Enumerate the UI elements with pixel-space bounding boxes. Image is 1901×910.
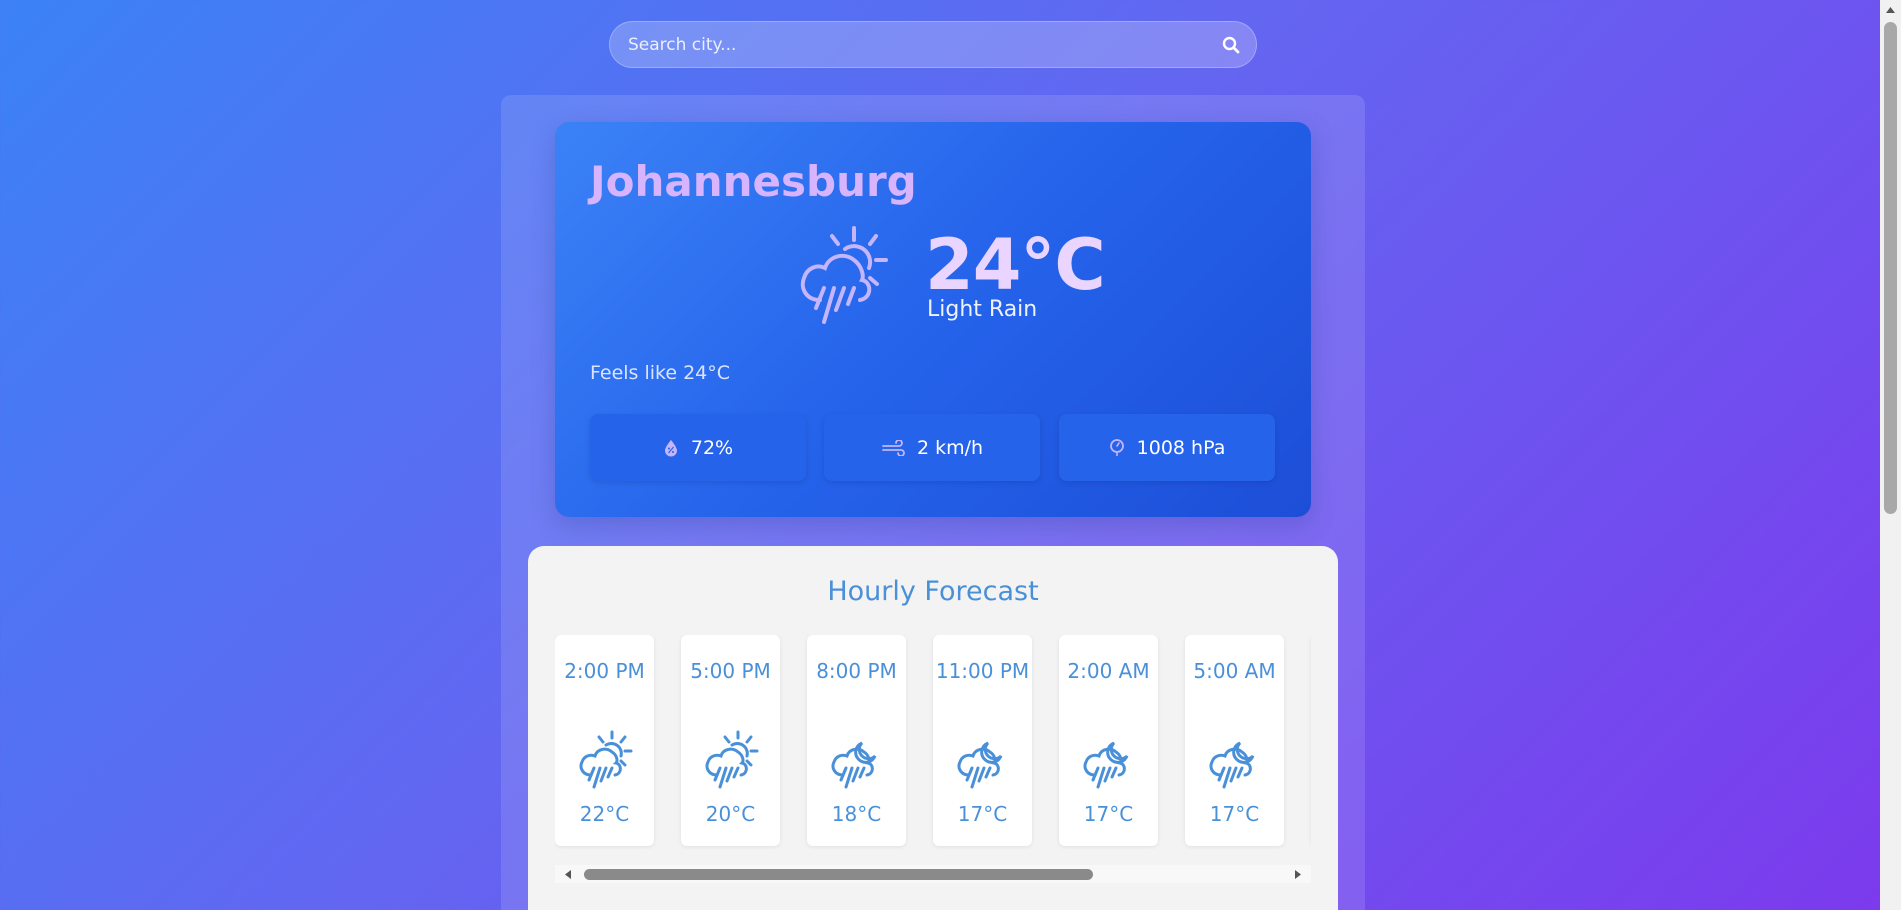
scroll-left-icon[interactable] bbox=[563, 869, 573, 880]
current-temperature: 24°C bbox=[925, 224, 1106, 306]
hourly-item: 8:00 PM 18°C bbox=[807, 635, 906, 846]
hourly-time: 11:00 PM bbox=[935, 659, 1030, 683]
wind-icon bbox=[882, 439, 905, 456]
hourly-scrollbar-thumb[interactable] bbox=[584, 869, 1093, 880]
sun-cloud-rain-icon bbox=[800, 226, 888, 324]
scroll-right-icon[interactable] bbox=[1293, 869, 1303, 880]
hourly-temp: 18°C bbox=[831, 802, 882, 826]
hourly-item: 5:00 AM 17°C bbox=[1185, 635, 1284, 846]
sun-cloud-rain-icon bbox=[705, 730, 759, 789]
hourly-time: 2:00 AM bbox=[1067, 659, 1150, 683]
wind-stat: 2 km/h bbox=[824, 414, 1040, 481]
scroll-up-icon[interactable] bbox=[1885, 5, 1896, 14]
moon-cloud-rain-icon bbox=[957, 741, 1003, 789]
hourly-scroller[interactable]: 2:00 PM 22°C 5:00 PM 20°C 8:00 PM 18°C 1… bbox=[555, 635, 1311, 850]
hourly-scrollbar[interactable] bbox=[555, 865, 1311, 883]
hourly-item: 2:00 PM 22°C bbox=[555, 635, 654, 846]
humidity-value: 72% bbox=[690, 436, 734, 459]
humidity-stat: 72% bbox=[590, 414, 806, 481]
humidity-icon bbox=[664, 439, 677, 456]
hourly-item: 11:00 PM 17°C bbox=[933, 635, 1032, 846]
moon-cloud-rain-icon bbox=[1083, 741, 1129, 789]
moon-cloud-rain-icon bbox=[1209, 741, 1255, 789]
hourly-title: Hourly Forecast bbox=[827, 576, 1039, 607]
current-weather-card: Johannesburg 24°C Light Rain Feels like … bbox=[555, 122, 1311, 517]
search-button[interactable] bbox=[1210, 24, 1252, 66]
feels-like: Feels like 24°C bbox=[590, 362, 731, 384]
search-input[interactable] bbox=[610, 22, 1210, 67]
pressure-value: 1008 hPa bbox=[1136, 436, 1226, 459]
search-bar bbox=[609, 21, 1257, 68]
hourly-time: 5:00 PM bbox=[690, 659, 771, 683]
page-scrollbar[interactable] bbox=[1880, 0, 1901, 910]
sun-cloud-rain-icon bbox=[579, 730, 633, 789]
hourly-time: 2:00 PM bbox=[564, 659, 645, 683]
hourly-temp: 17°C bbox=[957, 802, 1008, 826]
city-name: Johannesburg bbox=[590, 157, 917, 206]
hourly-temp: 20°C bbox=[705, 802, 756, 826]
weather-condition: Light Rain bbox=[927, 297, 1038, 322]
search-icon bbox=[1222, 36, 1240, 53]
weather-app: Johannesburg 24°C Light Rain Feels like … bbox=[0, 0, 1901, 910]
hourly-time: 8:00 PM bbox=[816, 659, 897, 683]
moon-cloud-rain-icon bbox=[831, 741, 877, 789]
hourly-time: 5:00 AM bbox=[1193, 659, 1276, 683]
pressure-icon bbox=[1109, 438, 1124, 456]
hourly-item: 5:00 PM 20°C bbox=[681, 635, 780, 846]
hourly-forecast-panel: Hourly Forecast 2:00 PM 22°C 5:00 PM 20°… bbox=[528, 546, 1338, 910]
page-scrollbar-thumb[interactable] bbox=[1884, 22, 1897, 514]
hourly-temp: 17°C bbox=[1083, 802, 1134, 826]
hourly-item: 2:00 AM 17°C bbox=[1059, 635, 1158, 846]
pressure-stat: 1008 hPa bbox=[1059, 414, 1275, 481]
hourly-temp: 17°C bbox=[1209, 802, 1260, 826]
hourly-temp: 22°C bbox=[579, 802, 630, 826]
wind-value: 2 km/h bbox=[916, 436, 984, 459]
